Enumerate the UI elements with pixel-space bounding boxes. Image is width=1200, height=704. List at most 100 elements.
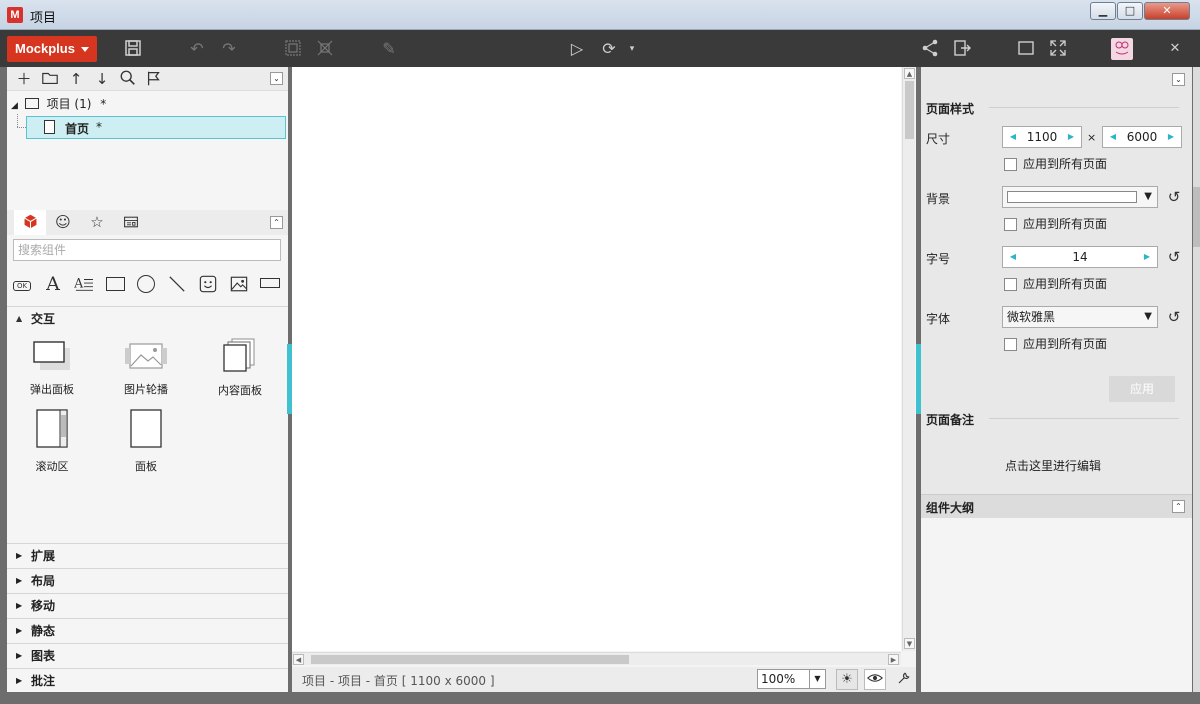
format-brush-icon[interactable]: ✎ (378, 38, 400, 60)
undo-icon[interactable]: ↶ (186, 38, 208, 60)
width-stepper[interactable]: ◀ 1100 ▶ (1002, 126, 1082, 148)
decrement-icon[interactable]: ◀ (1107, 127, 1119, 147)
widget-content-panel[interactable]: 内容面板 (205, 337, 275, 398)
expand-arrow-icon[interactable]: ◢ (11, 101, 18, 111)
fullscreen-icon[interactable] (1047, 38, 1069, 60)
widget-popup-panel[interactable]: 弹出面板 (17, 340, 87, 397)
icon-component-icon[interactable] (195, 271, 221, 297)
scroll-left-icon[interactable]: ◀ (293, 654, 304, 665)
height-value[interactable]: 6000 (1127, 130, 1158, 144)
reset-font-icon[interactable]: ↺ (1166, 309, 1182, 325)
move-down-icon[interactable]: ↓ (91, 69, 113, 89)
tab-templates[interactable] (115, 210, 147, 235)
collapse-outline-icon[interactable]: ⌃ (1172, 500, 1185, 513)
text-component-icon[interactable]: A (40, 271, 66, 297)
scroll-up-icon[interactable]: ▲ (904, 68, 915, 79)
divider (989, 107, 1179, 108)
share-icon[interactable] (919, 38, 941, 60)
mockplus-menu-button[interactable]: Mockplus (7, 36, 97, 62)
rectangle-component-icon[interactable] (102, 271, 128, 297)
apply-font-size-all-checkbox[interactable]: 应用到所有页面 (1004, 276, 1107, 292)
category-layout[interactable]: ▶ 布局 (7, 568, 288, 593)
line-component-icon[interactable] (164, 271, 190, 297)
image-component-icon[interactable] (226, 271, 252, 297)
zoom-select[interactable]: 100% ▼ (757, 669, 826, 689)
widget-image-carousel[interactable]: 图片轮播 (111, 340, 181, 397)
ungroup-icon[interactable] (314, 38, 336, 60)
button-component-icon[interactable]: OK (9, 271, 35, 297)
close-panel-icon[interactable]: ✕ (1164, 38, 1186, 60)
tree-page-row[interactable]: 首页 * (26, 116, 286, 139)
redo-icon[interactable]: ↷ (218, 38, 240, 60)
category-mobile[interactable]: ▶ 移动 (7, 593, 288, 618)
flag-icon[interactable] (143, 69, 165, 89)
component-search-input[interactable]: 搜索组件 (13, 239, 281, 261)
collapse-components-icon[interactable]: ⌃ (270, 216, 283, 229)
refresh-dropdown-icon[interactable]: ▾ (626, 38, 638, 60)
decrement-icon[interactable]: ◀ (1007, 127, 1019, 147)
apply-size-all-checkbox[interactable]: 应用到所有页面 (1004, 156, 1107, 172)
font-family-select[interactable]: 微软雅黑 ▼ (1002, 306, 1158, 328)
right-panel-scrollbar[interactable] (1193, 67, 1200, 692)
scroll-thumb[interactable] (1193, 187, 1200, 247)
widget-panel[interactable]: 面板 (111, 409, 181, 474)
background-color-select[interactable]: ▼ (1002, 186, 1158, 208)
scroll-down-icon[interactable]: ▼ (904, 638, 915, 649)
height-stepper[interactable]: ◀ 6000 ▶ (1102, 126, 1182, 148)
close-window-button[interactable]: ✕ (1144, 2, 1190, 20)
increment-icon[interactable]: ▶ (1141, 247, 1153, 267)
maximize-button[interactable]: □ (1117, 2, 1143, 20)
save-icon[interactable] (122, 38, 144, 60)
category-extend[interactable]: ▶ 扩展 (7, 543, 288, 568)
eye-icon[interactable] (864, 669, 886, 690)
horizontal-scrollbar[interactable]: ◀ ▶ (292, 652, 901, 665)
group-interaction-header[interactable]: ▲ 交互 (7, 307, 288, 331)
app-logo-icon: M (7, 7, 23, 23)
font-size-value[interactable]: 14 (1072, 250, 1087, 264)
add-folder-icon[interactable] (39, 69, 61, 89)
tree-root-row[interactable]: ◢ 项目 (1) * (11, 93, 106, 115)
wrench-icon[interactable] (892, 669, 914, 690)
tab-components[interactable] (14, 210, 46, 235)
reset-background-icon[interactable]: ↺ (1166, 189, 1182, 205)
tab-icons[interactable]: ☺ (47, 210, 79, 235)
decrement-icon[interactable]: ◀ (1007, 247, 1019, 267)
tab-favorites[interactable]: ☆ (81, 210, 113, 235)
apply-font-all-checkbox[interactable]: 应用到所有页面 (1004, 336, 1107, 352)
category-static[interactable]: ▶ 静态 (7, 618, 288, 643)
apply-button[interactable]: 应用 (1109, 376, 1175, 402)
group-icon[interactable] (282, 38, 304, 60)
edit-notes-link[interactable]: 点击这里进行编辑 (1005, 457, 1101, 474)
outline-tree[interactable] (921, 518, 1192, 692)
collapse-properties-icon[interactable]: ⌄ (1172, 73, 1185, 86)
minimize-button[interactable]: ▁ (1090, 2, 1116, 20)
scroll-right-icon[interactable]: ▶ (888, 654, 899, 665)
font-size-stepper[interactable]: ◀ 14 ▶ (1002, 246, 1158, 268)
apply-background-all-checkbox[interactable]: 应用到所有页面 (1004, 216, 1107, 232)
paragraph-component-icon[interactable]: A (71, 271, 97, 297)
add-page-icon[interactable]: ＋ (13, 69, 35, 89)
brightness-icon[interactable]: ☀ (836, 669, 858, 690)
search-icon[interactable] (117, 69, 139, 89)
window-mode-icon[interactable] (1015, 38, 1037, 60)
increment-icon[interactable]: ▶ (1065, 127, 1077, 147)
vertical-scrollbar[interactable]: ▲ ▼ (902, 67, 915, 651)
width-value[interactable]: 1100 (1027, 130, 1058, 144)
category-charts[interactable]: ▶ 图表 (7, 643, 288, 668)
preview-play-icon[interactable]: ▷ (566, 38, 588, 60)
design-canvas[interactable] (292, 67, 901, 651)
popup-panel-icon (33, 341, 70, 370)
export-icon[interactable] (951, 38, 973, 60)
increment-icon[interactable]: ▶ (1165, 127, 1177, 147)
move-up-icon[interactable]: ↑ (65, 69, 87, 89)
collapse-project-icon[interactable]: ⌄ (270, 72, 283, 85)
refresh-icon[interactable]: ⟳ (598, 38, 620, 60)
category-annotation[interactable]: ▶ 批注 (7, 668, 288, 693)
circle-component-icon[interactable] (133, 271, 159, 297)
avatar[interactable] (1111, 38, 1133, 60)
scroll-thumb[interactable] (905, 81, 914, 139)
input-component-icon[interactable] (257, 271, 283, 297)
widget-scroll-area[interactable]: 滚动区 (17, 409, 87, 474)
reset-font-size-icon[interactable]: ↺ (1166, 249, 1182, 265)
scroll-thumb[interactable] (311, 655, 629, 664)
